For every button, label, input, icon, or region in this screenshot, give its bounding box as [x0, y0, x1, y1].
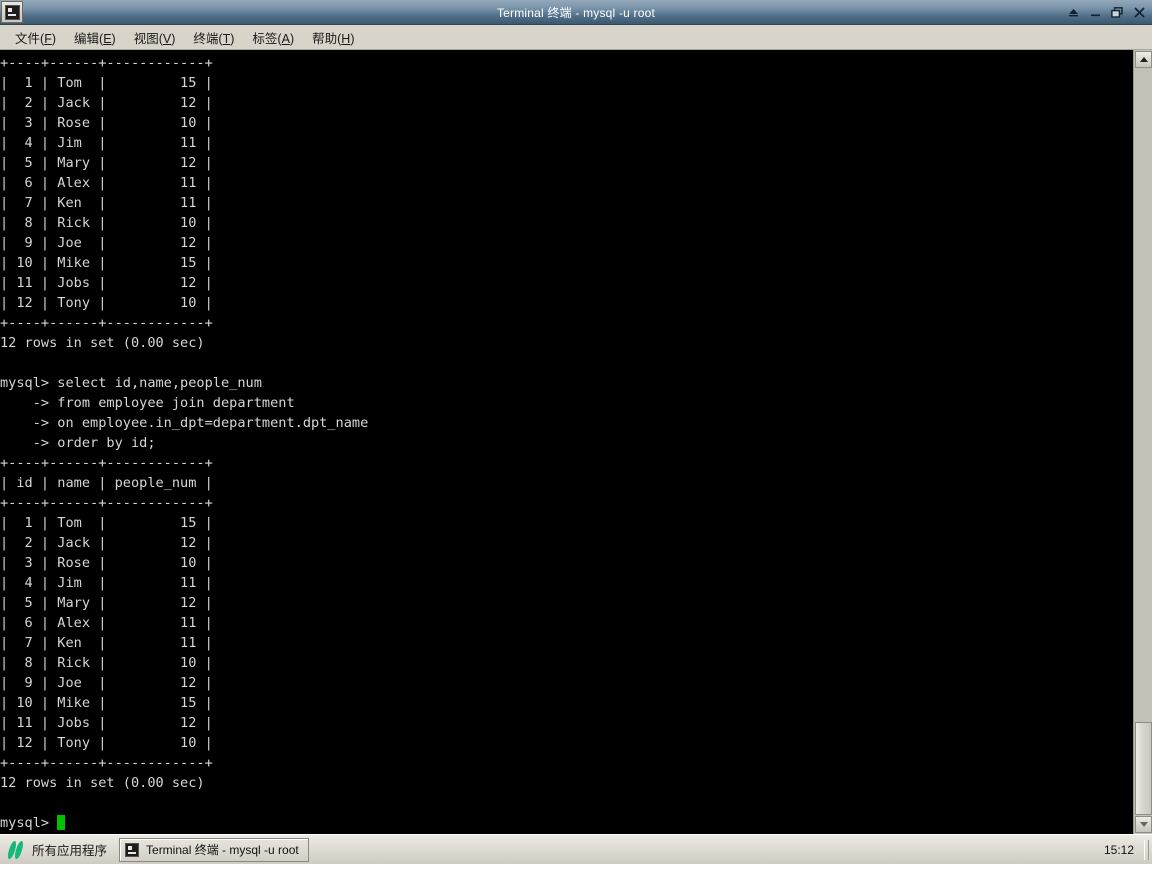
- menu-terminal[interactable]: 终端(T): [184, 26, 243, 49]
- close-icon: [1133, 6, 1145, 18]
- all-applications-label: 所有应用程序: [32, 844, 108, 858]
- menu-tabs[interactable]: 标签(A): [243, 26, 303, 49]
- terminal-scrollback: +----+------+------------+ | 1 | Tom | 1…: [0, 55, 369, 791]
- menu-help[interactable]: 帮助(H): [303, 26, 363, 49]
- menu-edit[interactable]: 编辑(E): [65, 26, 125, 49]
- terminal-icon: [4, 4, 20, 20]
- menu-help-label: 帮助: [312, 31, 338, 46]
- menu-terminal-mnemonic: T: [222, 31, 231, 46]
- taskbar-resize-grip[interactable]: [1144, 839, 1149, 860]
- menu-edit-label: 编辑: [74, 31, 100, 46]
- terminal-output: +----+------+------------+ | 1 | Tom | 1…: [0, 53, 1133, 833]
- menu-file[interactable]: 文件(F): [6, 26, 65, 49]
- taskbar-window-label: Terminal 终端 - mysql -u root: [146, 843, 299, 857]
- terminal-prompt: mysql>: [0, 815, 50, 831]
- menu-terminal-label: 终端: [193, 31, 219, 46]
- leaf-logo-icon: [6, 840, 26, 860]
- taskbar: 所有应用程序 Terminal 终端 - mysql -u root 15:12: [0, 834, 1152, 864]
- close-window-button[interactable]: [1132, 4, 1146, 20]
- menu-help-mnemonic: H: [341, 31, 351, 46]
- taskbar-window-button[interactable]: Terminal 终端 - mysql -u root: [119, 837, 309, 862]
- window-title: Terminal 终端 - mysql -u root: [496, 5, 656, 20]
- maximize-icon: [1111, 6, 1123, 18]
- scroll-down-button[interactable]: [1135, 816, 1152, 833]
- scrollbar-thumb[interactable]: [1135, 722, 1152, 815]
- menu-file-label: 文件: [15, 31, 41, 46]
- clock[interactable]: 15:12: [1096, 843, 1144, 857]
- shade-window-button[interactable]: [1066, 4, 1080, 20]
- window-titlebar[interactable]: Terminal 终端 - mysql -u root: [0, 0, 1152, 25]
- terminal-cursor: [57, 815, 66, 830]
- maximize-window-button[interactable]: [1110, 4, 1124, 20]
- menu-bar: 文件(F) 编辑(E) 视图(V) 终端(T) 标签(A) 帮助(H): [0, 25, 1152, 50]
- menu-file-mnemonic: F: [44, 31, 52, 46]
- all-applications-button[interactable]: 所有应用程序: [0, 836, 117, 864]
- terminal-icon: [125, 842, 140, 857]
- scroll-up-button[interactable]: [1135, 51, 1152, 68]
- window-controls: [1062, 0, 1150, 24]
- minimize-icon: [1090, 14, 1100, 16]
- window-menu-icon[interactable]: [1, 1, 23, 23]
- terminal-scrollbar[interactable]: [1133, 50, 1152, 834]
- terminal-window: Terminal 终端 - mysql -u root 文件(F) 编辑(E) …: [0, 0, 1152, 834]
- menu-edit-mnemonic: E: [103, 31, 112, 46]
- chevron-down-icon: [1139, 822, 1148, 827]
- screen: Terminal 终端 - mysql -u root 文件(F) 编辑(E) …: [0, 0, 1152, 896]
- menu-view[interactable]: 视图(V): [125, 26, 185, 49]
- menu-tabs-label: 标签: [252, 31, 278, 46]
- menu-tabs-mnemonic: A: [281, 31, 290, 46]
- menu-view-mnemonic: V: [162, 31, 172, 46]
- minimize-window-button[interactable]: [1088, 4, 1102, 20]
- menu-view-label: 视图: [133, 31, 159, 46]
- chevron-up-icon: [1139, 57, 1148, 62]
- terminal-screen[interactable]: +----+------+------------+ | 1 | Tom | 1…: [0, 50, 1152, 834]
- shade-icon: [1068, 8, 1078, 16]
- desktop-background: [0, 864, 1152, 896]
